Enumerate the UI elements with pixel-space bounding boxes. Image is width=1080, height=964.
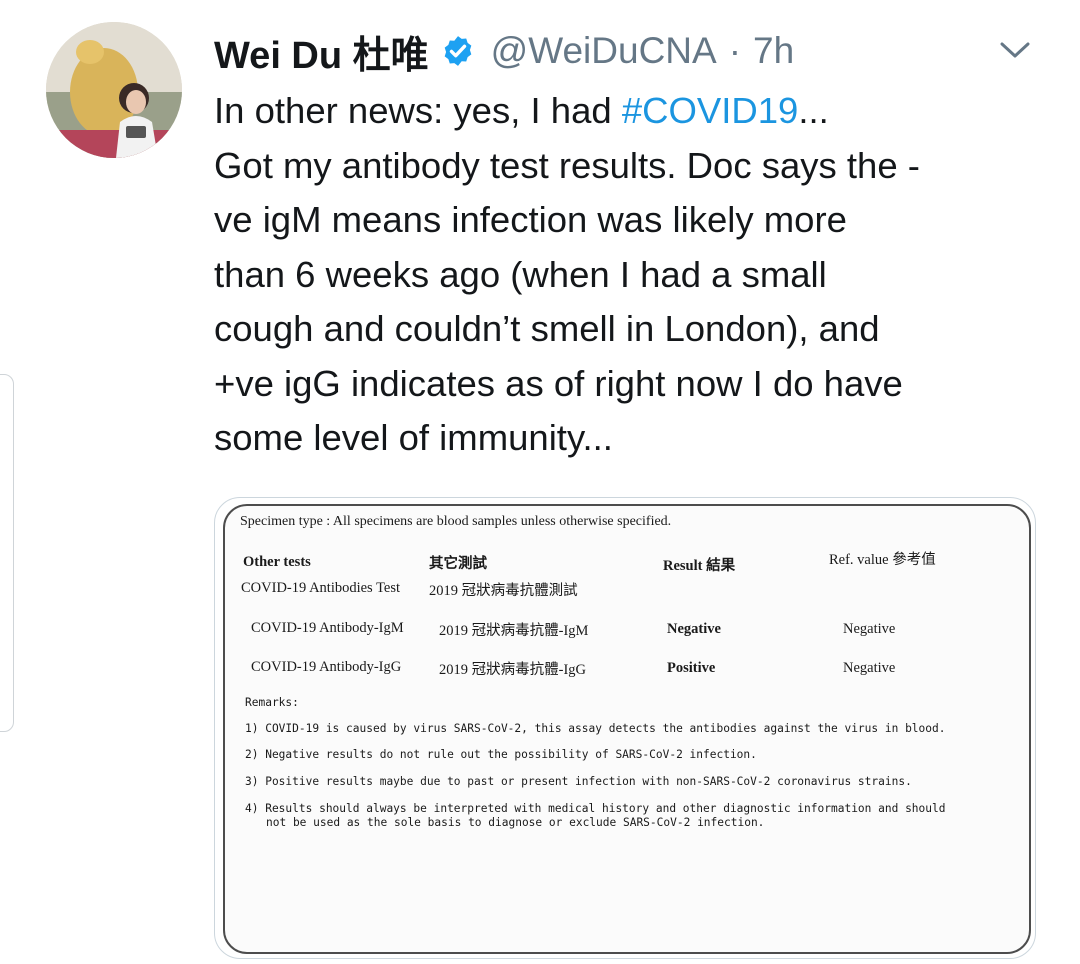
remark-2: 2) Negative results do not rule out the … xyxy=(245,748,757,761)
remarks-label: Remarks: xyxy=(245,696,299,709)
tweet-text-segment: ... xyxy=(798,90,829,131)
author-name[interactable]: Wei Du 杜唯 xyxy=(214,24,429,79)
tweet-line: In other news: yes, I had #COVID19... xyxy=(214,84,1044,139)
side-panel-handle[interactable] xyxy=(0,374,14,732)
tweet-line: some level of immunity... xyxy=(214,417,613,458)
hashtag-link[interactable]: #COVID19 xyxy=(622,90,799,131)
row-igm-test: COVID-19 Antibody-IgM xyxy=(251,620,404,636)
tweet-text: In other news: yes, I had #COVID19... Go… xyxy=(214,84,1044,466)
tweet-line: cough and couldn’t smell in London), and xyxy=(214,308,880,349)
header-ref-value: Ref. value 參考值 xyxy=(829,552,936,568)
tweet-text-segment: In other news: yes, I had xyxy=(214,90,622,131)
avatar[interactable] xyxy=(46,22,182,158)
header-result: Result 結果 xyxy=(663,558,736,574)
timestamp[interactable]: 7h xyxy=(753,30,794,72)
tweet-line: ve igM means infection was likely more xyxy=(214,199,847,240)
group-name: COVID-19 Antibodies Test xyxy=(241,580,401,596)
remark-4: 4) Results should always be interpreted … xyxy=(245,802,946,815)
header-tests-cn: 其它測試 xyxy=(429,556,487,572)
row-igg-result: Positive xyxy=(667,660,716,676)
separator-dot: · xyxy=(728,30,742,71)
row-igm-result: Negative xyxy=(667,621,721,637)
remark-1: 1) COVID-19 is caused by virus SARS-CoV-… xyxy=(245,722,946,735)
verified-badge-icon xyxy=(441,34,475,68)
tweet-header: Wei Du 杜唯 @WeiDuCNA · 7h xyxy=(214,24,794,79)
chevron-down-icon[interactable] xyxy=(998,38,1032,62)
tweet-line: Got my antibody test results. Doc says t… xyxy=(214,144,920,186)
group-name-cn: 2019 冠狀病毒抗體測試 xyxy=(429,583,578,599)
row-igg-test-cn: 2019 冠狀病毒抗體-IgG xyxy=(439,662,587,678)
row-igm-ref: Negative xyxy=(843,621,896,637)
remark-3: 3) Positive results maybe due to past or… xyxy=(245,775,912,788)
header-tests: Other tests xyxy=(243,554,311,570)
tweet-line: than 6 weeks ago (when I had a small xyxy=(214,253,827,295)
specimen-note: Specimen type : All specimens are blood … xyxy=(240,514,672,529)
lab-report-document: Specimen type : All specimens are blood … xyxy=(223,504,1031,954)
row-igg-ref: Negative xyxy=(843,660,896,676)
tweet-media-image[interactable]: Specimen type : All specimens are blood … xyxy=(214,497,1036,959)
author-handle[interactable]: @WeiDuCNA xyxy=(491,30,717,72)
row-igg-test: COVID-19 Antibody-IgG xyxy=(251,659,402,675)
remark-4-continued: not be used as the sole basis to diagnos… xyxy=(266,816,765,829)
tweet-line: +ve igG indicates as of right now I do h… xyxy=(214,362,903,404)
row-igm-test-cn: 2019 冠狀病毒抗體-IgM xyxy=(439,623,589,639)
